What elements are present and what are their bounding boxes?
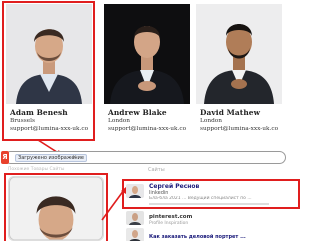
profile-card-andrew[interactable]: Andrew Blake London support@lumina-xxx-u…: [104, 4, 190, 141]
result-thumbnail[interactable]: [126, 228, 144, 241]
profile-name: David Mathew: [200, 108, 261, 117]
result-title[interactable]: Как заказать деловой портрет ...: [149, 234, 246, 240]
profile-photo: [196, 4, 282, 104]
highlight-box-result: [122, 179, 300, 209]
profile-email[interactable]: support@lumina-xxx-uk.co: [108, 126, 186, 132]
results-header: Сайты: [148, 167, 165, 173]
profile-city: London: [108, 118, 131, 124]
search-logo-icon[interactable]: Я: [1, 151, 9, 164]
highlight-box-preview: [4, 173, 108, 241]
profile-card-david[interactable]: David Mathew London support@lumina-xxx-u…: [196, 4, 282, 141]
result-thumbnail[interactable]: [126, 211, 144, 225]
search-tabs[interactable]: Похожие Товары Сайты: [8, 167, 64, 172]
result-site[interactable]: pinterest.com: [149, 214, 192, 220]
profile-email[interactable]: support@lumina-xxx-uk.co: [200, 126, 278, 132]
profile-name: Andrew Blake: [108, 108, 167, 117]
profile-photo: [104, 4, 190, 104]
result-subtitle: Profile Inspiration: [149, 221, 189, 226]
profile-city: London: [200, 118, 223, 124]
chip-close-icon[interactable]: ✕: [72, 154, 77, 161]
highlight-box-card: [2, 1, 95, 141]
